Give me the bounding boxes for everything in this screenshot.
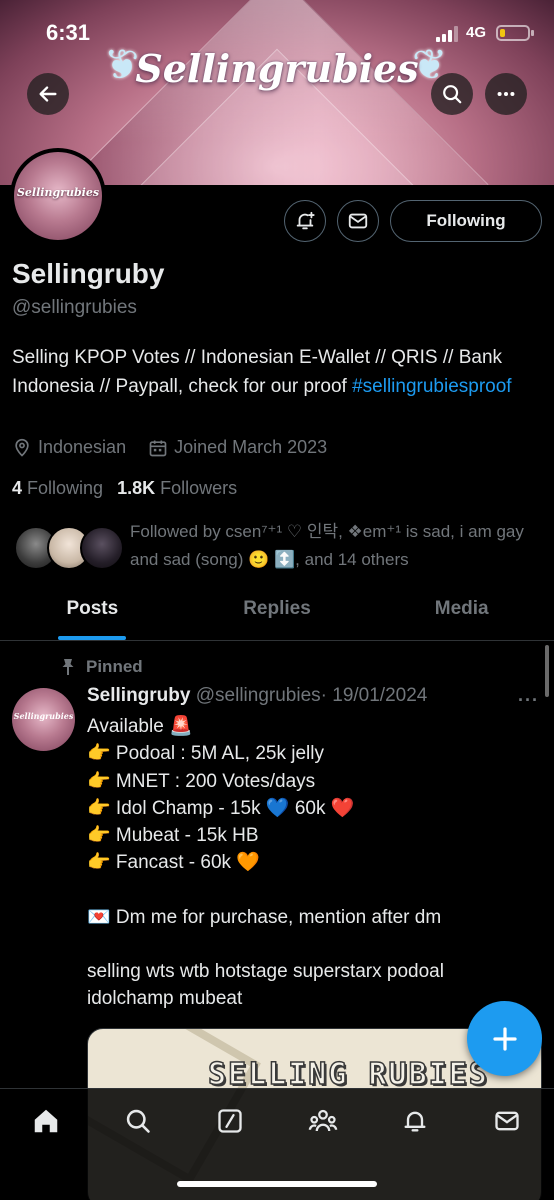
follow-counts: 4 Following 1.8K Followers bbox=[12, 478, 237, 499]
post-author-name[interactable]: Sellingruby bbox=[87, 685, 190, 706]
search-icon bbox=[126, 1109, 150, 1133]
scrollbar[interactable] bbox=[545, 645, 549, 697]
message-button[interactable] bbox=[337, 200, 379, 242]
profile-tabs: Posts Replies Media bbox=[0, 590, 554, 641]
post-avatar-logo-text: Sellingrubies bbox=[13, 711, 74, 721]
calendar-icon bbox=[149, 440, 167, 456]
post-author-handle[interactable]: @sellingrubies bbox=[196, 685, 321, 706]
network-type: 4G bbox=[466, 24, 487, 41]
status-time: 6:31 bbox=[46, 20, 91, 45]
post-line-blank bbox=[87, 931, 527, 958]
grok-icon bbox=[218, 1109, 242, 1133]
followed-by-text[interactable]: Followed by csen⁷⁺¹ ♡ 인탁, ❖em⁺¹ is sad, … bbox=[130, 518, 542, 574]
more-options-button[interactable] bbox=[485, 73, 527, 115]
pinned-indicator: Pinned bbox=[60, 657, 143, 677]
active-tab-indicator bbox=[58, 636, 127, 640]
status-bar: 6:31 4G bbox=[0, 0, 554, 60]
profile-location: Indonesian bbox=[38, 437, 127, 457]
post-header: Sellingruby @sellingrubies· 19/01/2024 bbox=[87, 685, 427, 707]
pinned-label: Pinned bbox=[86, 657, 143, 676]
compose-post-button[interactable] bbox=[467, 1001, 542, 1076]
search-button[interactable] bbox=[431, 73, 473, 115]
post-line: 👉 Mubeat - 15k HB bbox=[87, 825, 259, 847]
nav-messages[interactable] bbox=[491, 1105, 523, 1137]
post-line: 👉 Fancast - 60k 🧡 bbox=[87, 852, 260, 874]
communities-icon bbox=[308, 1109, 338, 1132]
nav-home[interactable] bbox=[30, 1105, 62, 1137]
battery-icon bbox=[496, 25, 534, 41]
envelope-icon bbox=[495, 1111, 519, 1131]
profile-name: Sellingruby bbox=[12, 258, 165, 289]
post-author-avatar[interactable]: Sellingrubies bbox=[12, 688, 75, 751]
search-icon bbox=[443, 85, 462, 104]
profile-bio: Selling KPOP Votes // Indonesian E-Walle… bbox=[12, 343, 542, 401]
post-body[interactable]: Available 🚨 👉 Podoal : 5M AL, 25k jelly … bbox=[87, 713, 527, 1013]
post-more-icon[interactable]: ··· bbox=[518, 690, 539, 711]
tab-media[interactable]: Media bbox=[369, 590, 554, 640]
profile-joined-date: Joined March 2023 bbox=[174, 437, 328, 457]
post-line: selling wts wtb hotstage superstarx podo… bbox=[87, 961, 444, 1010]
following-button[interactable]: Following bbox=[390, 200, 542, 242]
nav-notifications[interactable] bbox=[399, 1105, 431, 1137]
post-line: Available 🚨 bbox=[87, 716, 193, 737]
post-line: 👉 Podoal : 5M AL, 25k jelly bbox=[87, 743, 324, 765]
pin-icon bbox=[62, 659, 74, 675]
bell-icon bbox=[404, 1111, 426, 1132]
post-line-blank bbox=[87, 877, 527, 904]
profile-handle: @sellingrubies bbox=[12, 297, 137, 318]
follower-avatar bbox=[80, 526, 124, 570]
notifications-toggle-button[interactable] bbox=[284, 200, 326, 242]
post-line: 💌 Dm me for purchase, mention after dm bbox=[87, 906, 442, 928]
avatar-logo-text: Sellingrubies bbox=[16, 186, 100, 199]
home-indicator[interactable] bbox=[177, 1181, 377, 1187]
nav-communities[interactable] bbox=[307, 1105, 339, 1137]
media-title-text: SELLING RUBIES bbox=[207, 1056, 489, 1093]
back-button[interactable] bbox=[27, 73, 69, 115]
profile-meta: Indonesian Joined March 2023 bbox=[12, 437, 349, 458]
plus-icon bbox=[492, 1026, 517, 1051]
arrow-left-icon bbox=[39, 86, 57, 102]
nav-search[interactable] bbox=[122, 1105, 154, 1137]
envelope-icon bbox=[348, 213, 368, 229]
following-count-link[interactable]: 4 Following bbox=[12, 478, 103, 498]
post-line: 👉 MNET : 200 Votes/days bbox=[87, 770, 316, 792]
bio-hashtag-link[interactable]: #sellingrubiesproof bbox=[352, 376, 512, 397]
tab-posts[interactable]: Posts bbox=[0, 590, 185, 640]
cellular-signal-icon bbox=[436, 26, 460, 42]
nav-grok[interactable] bbox=[214, 1105, 246, 1137]
bell-plus-icon bbox=[296, 211, 315, 230]
profile-avatar[interactable]: Sellingrubies bbox=[10, 148, 106, 244]
post-line: 👉 Idol Champ - 15k 💙 60k ❤️ bbox=[87, 797, 355, 819]
followers-count-link[interactable]: 1.8K Followers bbox=[117, 478, 237, 498]
followed-by-avatars[interactable] bbox=[14, 526, 124, 572]
location-pin-icon bbox=[15, 438, 29, 457]
tab-replies[interactable]: Replies bbox=[185, 590, 370, 640]
home-icon bbox=[34, 1109, 58, 1133]
more-horizontal-icon bbox=[497, 91, 515, 97]
post-date[interactable]: · 19/01/2024 bbox=[321, 685, 428, 706]
